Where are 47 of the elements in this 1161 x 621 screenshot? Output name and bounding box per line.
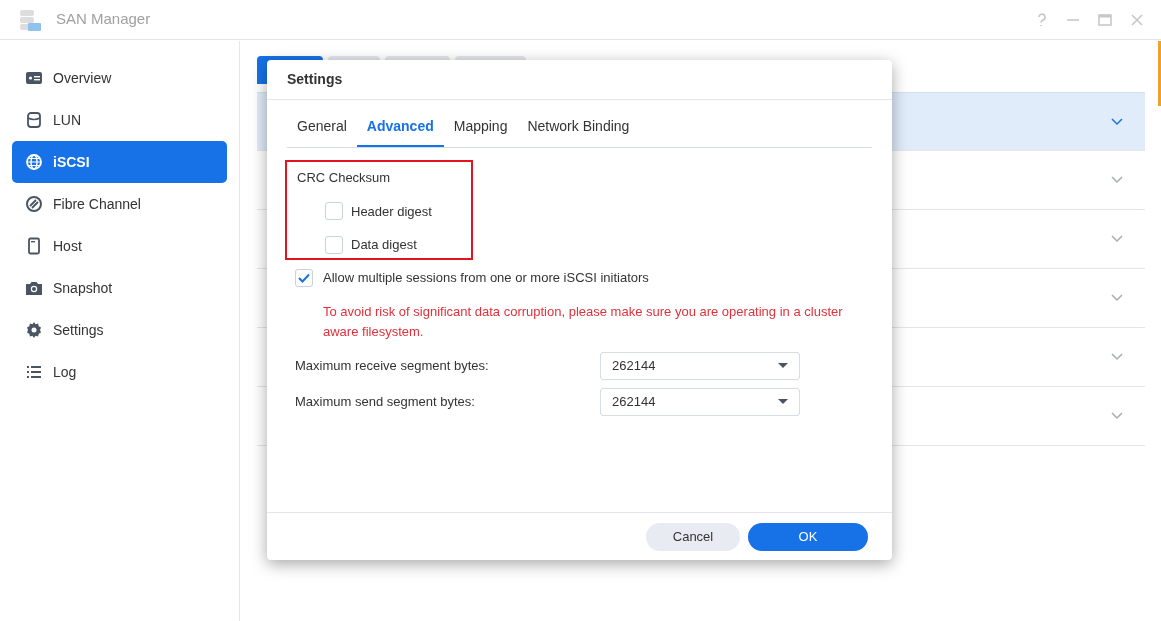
chevron-down-icon	[1111, 235, 1123, 243]
sidebar-item[interactable]: Host	[12, 225, 227, 267]
chevron-down-icon	[1111, 294, 1123, 302]
checkbox-label: Header digest	[351, 202, 432, 221]
caret-icon	[778, 363, 788, 368]
database-icon	[25, 111, 43, 129]
checkbox-label: Data digest	[351, 236, 417, 254]
sidebar-item[interactable]: Overview	[12, 57, 227, 99]
tab[interactable]: Network Binding	[517, 108, 640, 147]
tab[interactable]: Advanced	[356, 108, 444, 147]
id-card-icon	[25, 69, 43, 87]
maximize-icon[interactable]	[1097, 11, 1113, 28]
close-icon[interactable]	[1129, 11, 1145, 28]
list-icon	[25, 363, 43, 381]
tab[interactable]: General	[287, 108, 357, 147]
checkbox[interactable]	[295, 268, 313, 287]
cancel-button[interactable]: Cancel	[646, 522, 740, 551]
circle-slash-icon	[25, 195, 43, 213]
caret-icon	[778, 399, 788, 404]
globe-icon	[25, 153, 43, 171]
chevron-down-icon	[1111, 176, 1123, 184]
dropdown[interactable]: 262144	[600, 387, 800, 416]
chevron-down-icon	[1111, 412, 1123, 420]
chevron-down-icon	[1111, 117, 1123, 126]
sidebar-item[interactable]: Log	[12, 351, 227, 393]
app-logo-icon	[18, 7, 42, 32]
warning-text: To avoid risk of significant data corruption, please make sure you are operating in a cluster aware filesystem.	[323, 302, 844, 341]
ok-button[interactable]: OK	[748, 522, 868, 551]
field-label: Maximum send segment bytes:	[295, 392, 476, 411]
chevron-down-icon	[1111, 353, 1123, 361]
checkbox[interactable]	[325, 202, 343, 221]
server-icon	[25, 237, 43, 255]
field-label: Maximum receive segment bytes:	[295, 356, 490, 375]
sidebar-item[interactable]: LUN	[12, 99, 227, 141]
tab[interactable]: Mapping	[443, 108, 518, 147]
dialog-title: Settings	[287, 70, 343, 89]
checkbox[interactable]	[325, 235, 343, 254]
sidebar-item[interactable]: Snapshot	[12, 267, 227, 309]
dropdown[interactable]: 262144	[600, 351, 800, 380]
settings-icon	[25, 321, 43, 339]
window-title: SAN Manager	[56, 9, 151, 30]
sidebar-item[interactable]: Fibre Channel	[12, 183, 227, 225]
camera-icon	[25, 279, 43, 297]
sidebar-item[interactable]: iSCSI	[12, 141, 227, 183]
sidebar-item[interactable]: Settings	[12, 309, 227, 351]
group-label: CRC Checksum	[297, 169, 392, 187]
checkbox-label: Allow multiple sessions from one or more iSCSI initiators	[323, 269, 649, 287]
